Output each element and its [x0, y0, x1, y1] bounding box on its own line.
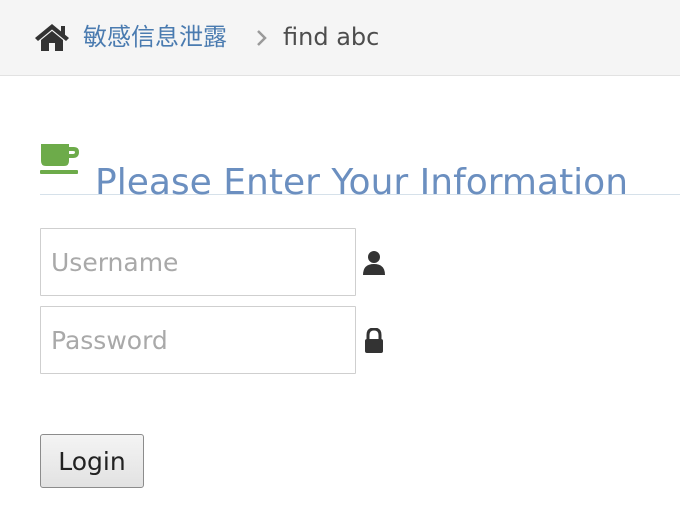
breadcrumb-current: find abc	[283, 23, 380, 51]
username-input[interactable]	[40, 228, 356, 296]
password-input[interactable]	[40, 306, 356, 374]
coffee-icon	[40, 144, 79, 174]
lock-icon	[365, 328, 383, 353]
password-row	[40, 306, 400, 374]
breadcrumb: 敏感信息泄露 find abc	[0, 0, 680, 76]
user-icon	[363, 251, 385, 275]
home-icon[interactable]	[34, 22, 70, 52]
chevron-right-icon	[257, 30, 267, 46]
page-title: Please Enter Your Information	[95, 162, 629, 204]
login-button[interactable]: Login	[40, 434, 144, 488]
breadcrumb-link[interactable]: 敏感信息泄露	[83, 20, 227, 54]
username-row	[40, 228, 400, 296]
section-header: Please Enter Your Information	[40, 133, 680, 203]
